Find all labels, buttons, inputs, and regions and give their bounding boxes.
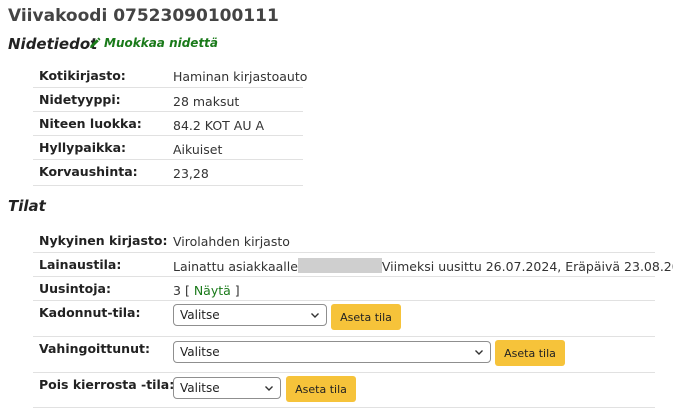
info-row-replacement-price: Korvaushinta: 23,28 xyxy=(33,160,303,186)
status-label: Pois kierrosta -tila: xyxy=(39,377,175,392)
lost-status-select[interactable]: Valitse xyxy=(173,304,327,326)
loan-status-suffix: Viimeksi uusittu 26.07.2024, Eräpäivä 23… xyxy=(381,259,673,274)
info-label: Niteen luokka: xyxy=(39,116,142,131)
bracket-open: [ xyxy=(184,283,190,298)
withdrawn-status-select[interactable]: Valitse xyxy=(173,377,281,399)
info-label: Hyllypaikka: xyxy=(39,140,127,155)
bracket-close: ] xyxy=(234,283,240,298)
status-row-withdrawn: Pois kierrosta -tila: Valitse Aseta tila xyxy=(33,373,655,408)
info-row-item-type: Nidetyyppi: 28 maksut xyxy=(33,88,303,112)
info-label: Kotikirjasto: xyxy=(39,68,126,83)
status-heading: Tilat xyxy=(8,197,46,215)
pencil-icon xyxy=(88,37,101,50)
status-label: Uusintoja: xyxy=(39,281,111,296)
show-renewals-link[interactable]: Näytä xyxy=(194,283,231,298)
page-title: Viivakoodi 07523090100111 xyxy=(8,6,279,26)
set-damaged-status-button[interactable]: Aseta tila xyxy=(495,340,565,366)
status-row-current-library: Nykyinen kirjasto: Virolahden kirjasto xyxy=(33,228,655,253)
edit-item-label: Muokkaa nidettä xyxy=(104,36,219,50)
renewals-value: 3 [ Näytä ] xyxy=(173,283,240,298)
info-label: Nidetyyppi: xyxy=(39,92,121,107)
info-value: 23,28 xyxy=(173,166,209,181)
loan-status-prefix: Lainattu asiakkaalle xyxy=(173,259,298,274)
chevron-down-icon xyxy=(474,347,484,357)
chevron-down-icon xyxy=(310,310,320,320)
redacted-patron xyxy=(297,258,382,273)
info-value: Aikuiset xyxy=(173,142,223,157)
status-row-damaged: Vahingoittunut: Valitse Aseta tila xyxy=(33,337,655,373)
status-label: Vahingoittunut: xyxy=(39,341,150,356)
info-label: Korvaushinta: xyxy=(39,164,138,179)
status-row-renewals: Uusintoja: 3 [ Näytä ] xyxy=(33,277,655,301)
info-row-shelf-location: Hyllypaikka: Aikuiset xyxy=(33,136,303,160)
damaged-status-select[interactable]: Valitse xyxy=(173,341,491,363)
status-label: Lainaustila: xyxy=(39,257,122,272)
withdrawn-status-selected: Valitse xyxy=(180,381,220,395)
info-value: 28 maksut xyxy=(173,94,240,109)
info-row-classification: Niteen luokka: 84.2 KOT AU A xyxy=(33,112,303,136)
info-value: 84.2 KOT AU A xyxy=(173,118,264,133)
edit-item-link[interactable]: Muokkaa nidettä xyxy=(88,36,218,50)
loan-status-value: Lainattu asiakkaalle Viimeksi uusittu 26.… xyxy=(173,258,673,274)
status-label: Kadonnut-tila: xyxy=(39,305,141,320)
chevron-down-icon xyxy=(264,383,274,393)
info-row-home-library: Kotikirjasto: Haminan kirjastoauto xyxy=(33,63,307,88)
renewals-count: 3 xyxy=(173,283,181,298)
set-lost-status-button[interactable]: Aseta tila xyxy=(331,304,401,330)
set-withdrawn-status-button[interactable]: Aseta tila xyxy=(286,376,356,402)
status-value: Virolahden kirjasto xyxy=(173,234,290,249)
status-table: Nykyinen kirjasto: Virolahden kirjasto L… xyxy=(33,228,673,408)
item-info-heading: Nidetiedot xyxy=(8,35,98,53)
item-info-table: Kotikirjasto: Haminan kirjastoauto Nidet… xyxy=(33,63,307,188)
damaged-status-selected: Valitse xyxy=(180,345,220,359)
status-row-loan: Lainaustila: Lainattu asiakkaalle Viimeks… xyxy=(33,253,673,277)
status-row-lost: Kadonnut-tila: Valitse Aseta tila xyxy=(33,301,655,337)
info-value: Haminan kirjastoauto xyxy=(173,69,308,84)
status-label: Nykyinen kirjasto: xyxy=(39,233,168,248)
lost-status-selected: Valitse xyxy=(180,308,220,322)
